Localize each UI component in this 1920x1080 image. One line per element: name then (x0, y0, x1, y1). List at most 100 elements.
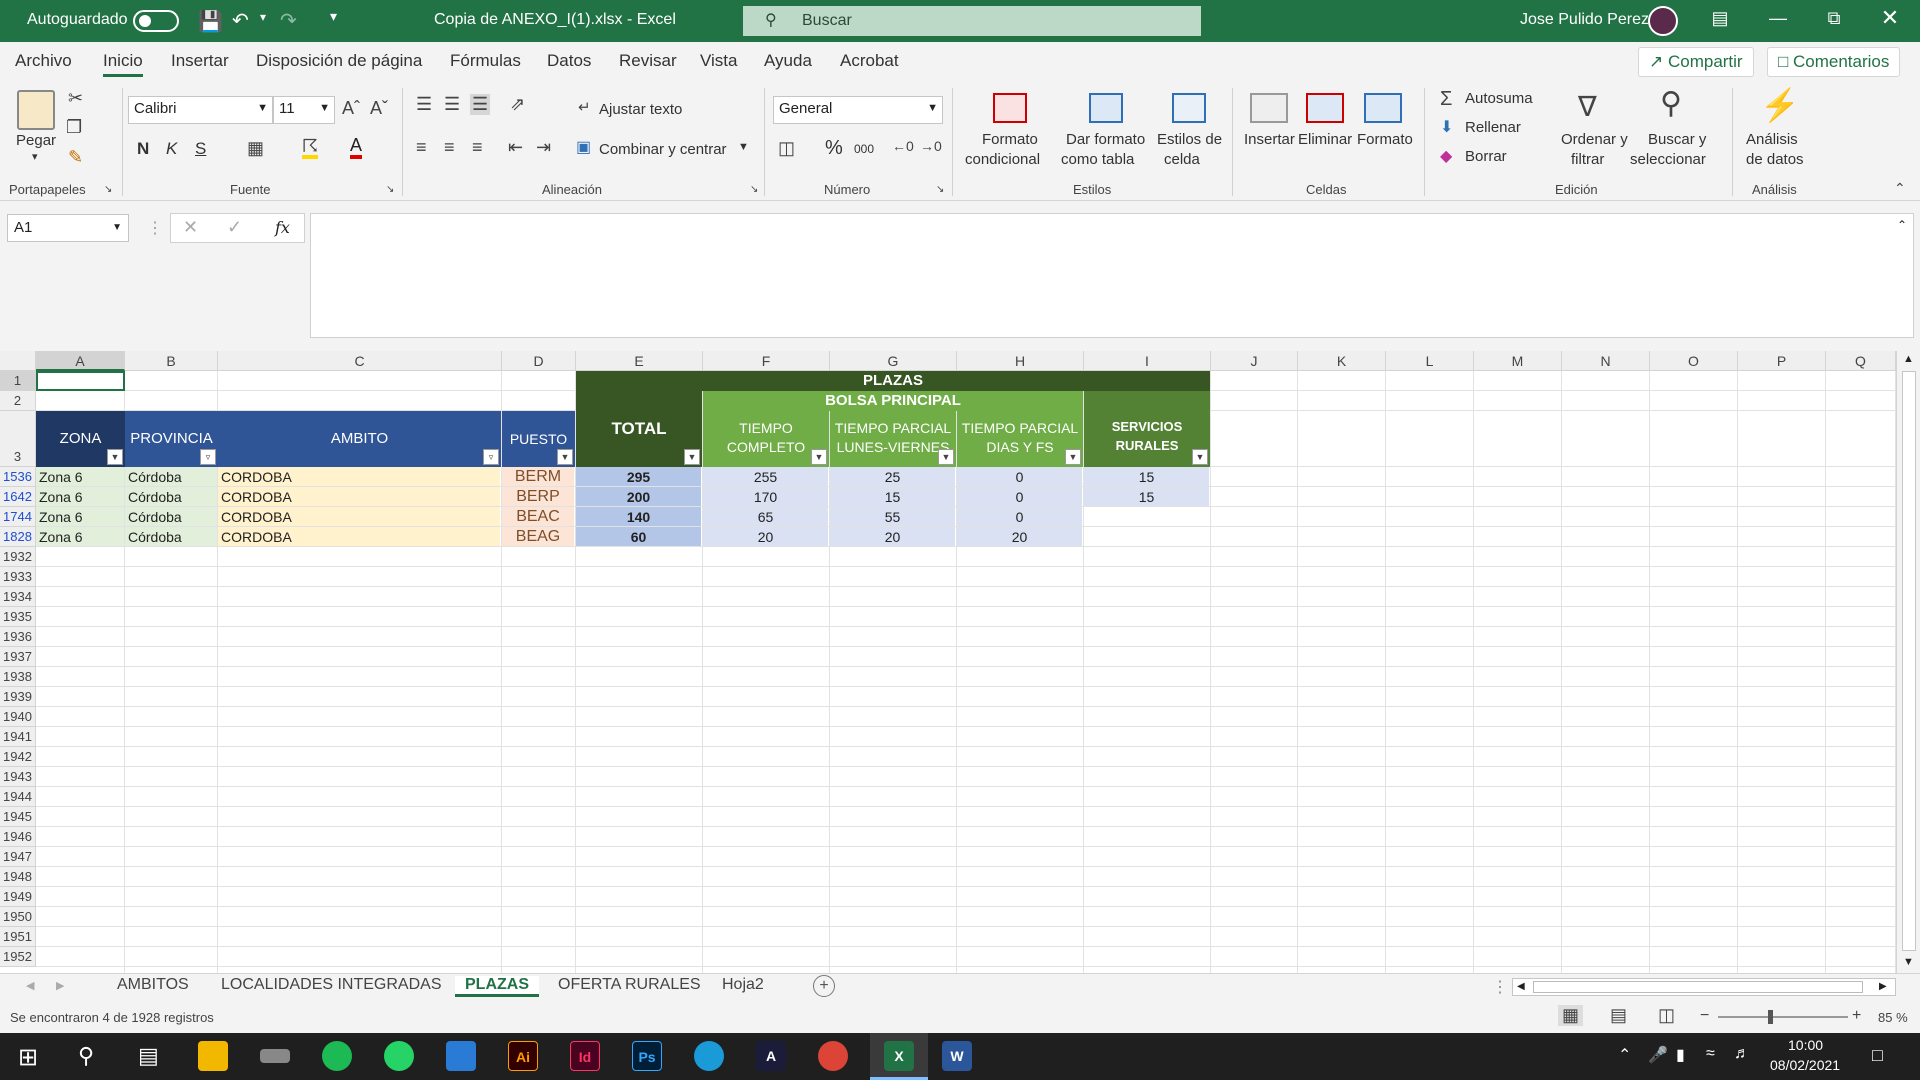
filter-active-icon[interactable]: ▿ (483, 449, 499, 465)
cell-puesto[interactable]: BEAC (502, 507, 574, 526)
column-header-k[interactable]: K (1298, 351, 1386, 371)
analyze-data-icon[interactable]: ⚡ (1760, 86, 1800, 124)
spotify-icon[interactable] (322, 1041, 352, 1071)
scroll-up-icon[interactable]: ▲ (1903, 353, 1914, 365)
row-header[interactable]: 1945 (0, 807, 36, 827)
row-header[interactable]: 1952 (0, 947, 36, 967)
vertical-scrollbar[interactable]: ▲ ▼ (1896, 351, 1920, 973)
cell-completo[interactable]: 170 (703, 487, 828, 506)
cell-lv[interactable]: 55 (830, 507, 955, 526)
user-name[interactable]: Jose Pulido Perez (1520, 11, 1649, 29)
cell-total[interactable]: 200 (576, 487, 701, 506)
scroll-right-icon[interactable]: ▶ (1879, 981, 1887, 992)
filter-icon[interactable]: ▼ (557, 449, 573, 465)
filter-icon[interactable]: ▼ (811, 449, 827, 465)
row-header-filtered[interactable]: 1828 (0, 527, 36, 547)
cell-zona[interactable]: Zona 6 (36, 527, 124, 546)
cell-ambito[interactable]: CORDOBA (218, 467, 500, 486)
paste-dropdown-icon[interactable]: ▾ (32, 150, 38, 163)
avatar[interactable] (1648, 6, 1678, 36)
paste-label[interactable]: Pegar (16, 132, 56, 149)
row-header[interactable]: 1943 (0, 767, 36, 787)
undo-icon[interactable]: ↶ (232, 8, 249, 33)
word-icon[interactable]: W (942, 1041, 972, 1071)
sort-filter-icon[interactable]: ∇ (1578, 90, 1597, 123)
font-color-icon[interactable]: A (350, 136, 363, 159)
align-right-icon[interactable]: ≡ (472, 137, 483, 158)
decrease-indent-icon[interactable]: ⇤ (508, 137, 523, 158)
fill-icon[interactable]: ⬇ (1440, 117, 1453, 137)
align-middle-icon[interactable]: ☰ (444, 94, 460, 115)
next-sheet-icon[interactable]: ▶ (56, 979, 64, 992)
borders-icon[interactable]: ▦ (247, 138, 264, 159)
row-header-filtered[interactable]: 1536 (0, 467, 36, 487)
scroll-down-icon[interactable]: ▼ (1903, 956, 1914, 968)
cell-rurales[interactable]: 15 (1084, 487, 1209, 506)
add-sheet-icon[interactable]: + (813, 975, 835, 997)
clock-time[interactable]: 10:00 (1788, 1037, 1823, 1053)
drive-icon[interactable] (260, 1049, 290, 1063)
row-header[interactable]: 1940 (0, 707, 36, 727)
selected-cell-a1[interactable] (36, 371, 125, 391)
decrease-decimal-icon[interactable]: →0 (920, 138, 942, 154)
ribbon-display-icon[interactable]: ▤ (1700, 8, 1740, 29)
cell-total[interactable]: 60 (576, 527, 701, 546)
select-all-corner[interactable] (0, 351, 36, 371)
thousands-button[interactable]: 000 (854, 142, 874, 156)
row-header-filtered[interactable]: 1744 (0, 507, 36, 527)
align-top-icon[interactable]: ☰ (416, 94, 432, 115)
customize-qat-icon[interactable]: ▾ (330, 8, 337, 25)
comments-button[interactable]: □ Comentarios (1767, 47, 1901, 77)
cell-fs[interactable]: 0 (957, 487, 1082, 506)
filter-icon[interactable]: ▼ (938, 449, 954, 465)
align-center-icon[interactable]: ≡ (444, 137, 455, 158)
row-header[interactable]: 1938 (0, 667, 36, 687)
eraser-icon[interactable]: ◆ (1440, 146, 1452, 166)
row-header[interactable]: 1947 (0, 847, 36, 867)
filter-active-icon[interactable]: ▿ (200, 449, 216, 465)
column-header-l[interactable]: L (1386, 351, 1474, 371)
cell-rurales[interactable]: 15 (1084, 467, 1209, 486)
cell-lv[interactable]: 20 (830, 527, 955, 546)
delete-cells-icon[interactable] (1306, 93, 1344, 123)
row-header[interactable]: 1950 (0, 907, 36, 927)
cell-completo[interactable]: 65 (703, 507, 828, 526)
cancel-icon[interactable]: ✕ (183, 217, 198, 238)
format-cells-icon[interactable] (1364, 93, 1402, 123)
increase-indent-icon[interactable]: ⇥ (536, 137, 551, 158)
insert-cells-icon[interactable] (1250, 93, 1288, 123)
row-header[interactable]: 1939 (0, 687, 36, 707)
format-painter-icon[interactable]: ✎ (68, 147, 83, 168)
cond-format-label-1[interactable]: Formato (982, 131, 1038, 148)
analysis-label-2[interactable]: de datos (1746, 151, 1804, 168)
whatsapp-icon[interactable] (384, 1041, 414, 1071)
cell-styles-icon[interactable] (1172, 93, 1206, 123)
tab-acrobat[interactable]: Acrobat (840, 51, 899, 71)
cell-zona[interactable]: Zona 6 (36, 467, 124, 486)
page-layout-icon[interactable]: ▤ (1610, 1005, 1627, 1026)
cell-styles-label-2[interactable]: celda (1164, 151, 1200, 168)
row-header[interactable]: 1932 (0, 547, 36, 567)
column-header-q[interactable]: Q (1826, 351, 1896, 371)
row-header[interactable]: 1934 (0, 587, 36, 607)
cell-ambito[interactable]: CORDOBA (218, 507, 500, 526)
horizontal-scrollbar[interactable]: ◀ ▶ (1512, 978, 1896, 996)
sheet-tab-plazas[interactable]: PLAZAS (455, 976, 539, 997)
column-header-n[interactable]: N (1562, 351, 1650, 371)
row-header-filtered[interactable]: 1642 (0, 487, 36, 507)
tab-ayuda[interactable]: Ayuda (764, 51, 812, 71)
cell-completo[interactable]: 255 (703, 467, 828, 486)
filter-icon[interactable]: ▼ (1065, 449, 1081, 465)
illustrator-icon[interactable]: Ai (508, 1041, 538, 1071)
column-header-c[interactable]: C (218, 351, 502, 371)
excel-taskbar-active[interactable]: X (870, 1033, 928, 1080)
percent-button[interactable]: % (825, 137, 843, 160)
row-header-3[interactable]: 3 (0, 411, 36, 467)
search-icon[interactable]: ⚲ (78, 1043, 94, 1069)
column-header-i[interactable]: I (1084, 351, 1211, 371)
spreadsheet-grid[interactable]: ABCDEFGHIJKLMNOPQ 1 2 3 1536 1642 1744 1828 193… (0, 351, 1920, 973)
column-header-o[interactable]: O (1650, 351, 1738, 371)
file-explorer-icon[interactable] (198, 1041, 228, 1071)
tab-revisar[interactable]: Revisar (619, 51, 677, 71)
number-format-select[interactable]: General ▼ (773, 96, 943, 124)
